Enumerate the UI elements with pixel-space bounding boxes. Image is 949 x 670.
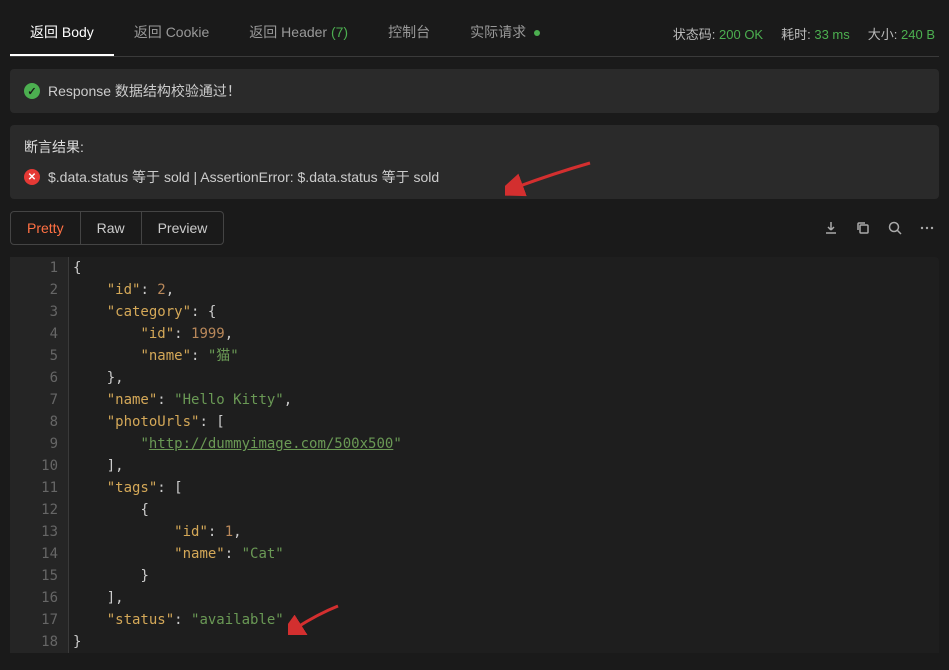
more-icon[interactable] xyxy=(919,220,935,236)
line-number: 11 xyxy=(10,477,68,499)
view-tabs: Pretty Raw Preview xyxy=(10,211,224,245)
tab-header[interactable]: 返回 Header (7) xyxy=(229,10,368,56)
error-circle-icon: ✕ xyxy=(24,169,40,185)
view-tab-raw[interactable]: Raw xyxy=(81,212,142,244)
code-line: 15 } xyxy=(10,565,939,587)
meta-time-label: 耗时: xyxy=(781,27,811,42)
code-line: 8 "photoUrls": [ xyxy=(10,411,939,433)
tab-actual-request[interactable]: 实际请求 xyxy=(450,10,560,56)
check-circle-icon: ✓ xyxy=(24,83,40,99)
code-line: 14 "name": "Cat" xyxy=(10,543,939,565)
code-line: 9 "http://dummyimage.com/500x500" xyxy=(10,433,939,455)
code-content: "http://dummyimage.com/500x500" xyxy=(68,433,402,455)
code-line: 6 }, xyxy=(10,367,939,389)
line-number: 14 xyxy=(10,543,68,565)
line-number: 9 xyxy=(10,433,68,455)
code-content: "tags": [ xyxy=(68,477,183,499)
code-content: "name": "猫" xyxy=(68,345,239,367)
code-content: ], xyxy=(68,587,124,609)
meta-time-value: 33 ms xyxy=(814,27,849,42)
code-line: 10 ], xyxy=(10,455,939,477)
meta-status-value: 200 OK xyxy=(719,27,763,42)
code-line: 2 "id": 2, xyxy=(10,279,939,301)
assertion-title: 断言结果: xyxy=(24,137,925,157)
validation-message: Response 数据结构校验通过！ xyxy=(48,81,241,101)
search-icon[interactable] xyxy=(887,220,903,236)
tool-icons xyxy=(823,220,939,236)
code-content: "id": 1999, xyxy=(68,323,233,345)
assertion-message: $.data.status 等于 sold | AssertionError: … xyxy=(48,167,439,187)
line-number: 8 xyxy=(10,411,68,433)
code-line: 18} xyxy=(10,631,939,653)
line-number: 18 xyxy=(10,631,68,653)
line-number: 3 xyxy=(10,301,68,323)
meta-time: 耗时: 33 ms xyxy=(781,24,850,43)
code-content: "id": 2, xyxy=(68,279,174,301)
response-header: 返回 Body 返回 Cookie 返回 Header (7) 控制台 实际请求… xyxy=(10,10,939,57)
assertion-banner: 断言结果: ✕ $.data.status 等于 sold | Assertio… xyxy=(10,125,939,199)
download-icon[interactable] xyxy=(823,220,839,236)
body-toolbar: Pretty Raw Preview xyxy=(10,211,939,245)
code-content: "category": { xyxy=(68,301,216,323)
code-content: ], xyxy=(68,455,124,477)
code-content: "name": "Cat" xyxy=(68,543,284,565)
code-line: 5 "name": "猫" xyxy=(10,345,939,367)
meta-status-label: 状态码: xyxy=(673,27,716,42)
meta-status: 状态码: 200 OK xyxy=(673,24,763,43)
line-number: 1 xyxy=(10,257,68,279)
response-meta: 状态码: 200 OK 耗时: 33 ms 大小: 240 B xyxy=(673,24,939,43)
code-content: "status": "available" xyxy=(68,609,284,631)
code-content: "id": 1, xyxy=(68,521,242,543)
meta-size-label: 大小: xyxy=(868,27,898,42)
code-line: 3 "category": { xyxy=(10,301,939,323)
code-content: } xyxy=(68,565,149,587)
response-tabs: 返回 Body 返回 Cookie 返回 Header (7) 控制台 实际请求 xyxy=(10,10,560,56)
code-content: { xyxy=(68,257,81,279)
status-dot-icon xyxy=(534,30,540,36)
line-number: 13 xyxy=(10,521,68,543)
tab-header-label: 返回 Header xyxy=(249,24,327,40)
line-number: 2 xyxy=(10,279,68,301)
code-editor[interactable]: 1{2 "id": 2,3 "category": {4 "id": 1999,… xyxy=(10,257,939,653)
line-number: 12 xyxy=(10,499,68,521)
line-number: 5 xyxy=(10,345,68,367)
meta-size: 大小: 240 B xyxy=(868,24,935,43)
tab-actual-label: 实际请求 xyxy=(470,24,526,40)
line-number: 15 xyxy=(10,565,68,587)
code-line: 13 "id": 1, xyxy=(10,521,939,543)
line-number: 6 xyxy=(10,367,68,389)
code-content: "name": "Hello Kitty", xyxy=(68,389,292,411)
code-content: }, xyxy=(68,367,124,389)
line-number: 10 xyxy=(10,455,68,477)
code-line: 17 "status": "available" xyxy=(10,609,939,631)
copy-icon[interactable] xyxy=(855,220,871,236)
code-line: 7 "name": "Hello Kitty", xyxy=(10,389,939,411)
code-line: 11 "tags": [ xyxy=(10,477,939,499)
tab-body[interactable]: 返回 Body xyxy=(10,10,114,56)
tab-console[interactable]: 控制台 xyxy=(368,10,450,56)
code-line: 16 ], xyxy=(10,587,939,609)
line-number: 4 xyxy=(10,323,68,345)
code-line: 1{ xyxy=(10,257,939,279)
meta-size-value: 240 B xyxy=(901,27,935,42)
code-content: "photoUrls": [ xyxy=(68,411,225,433)
line-number: 7 xyxy=(10,389,68,411)
code-content: } xyxy=(68,631,81,653)
tab-cookie[interactable]: 返回 Cookie xyxy=(114,10,229,56)
view-tab-preview[interactable]: Preview xyxy=(142,212,224,244)
view-tab-pretty[interactable]: Pretty xyxy=(11,212,81,244)
validation-banner: ✓ Response 数据结构校验通过！ xyxy=(10,69,939,113)
line-number: 17 xyxy=(10,609,68,631)
code-content: { xyxy=(68,499,149,521)
code-line: 4 "id": 1999, xyxy=(10,323,939,345)
code-line: 12 { xyxy=(10,499,939,521)
tab-header-count: (7) xyxy=(331,24,348,40)
line-number: 16 xyxy=(10,587,68,609)
